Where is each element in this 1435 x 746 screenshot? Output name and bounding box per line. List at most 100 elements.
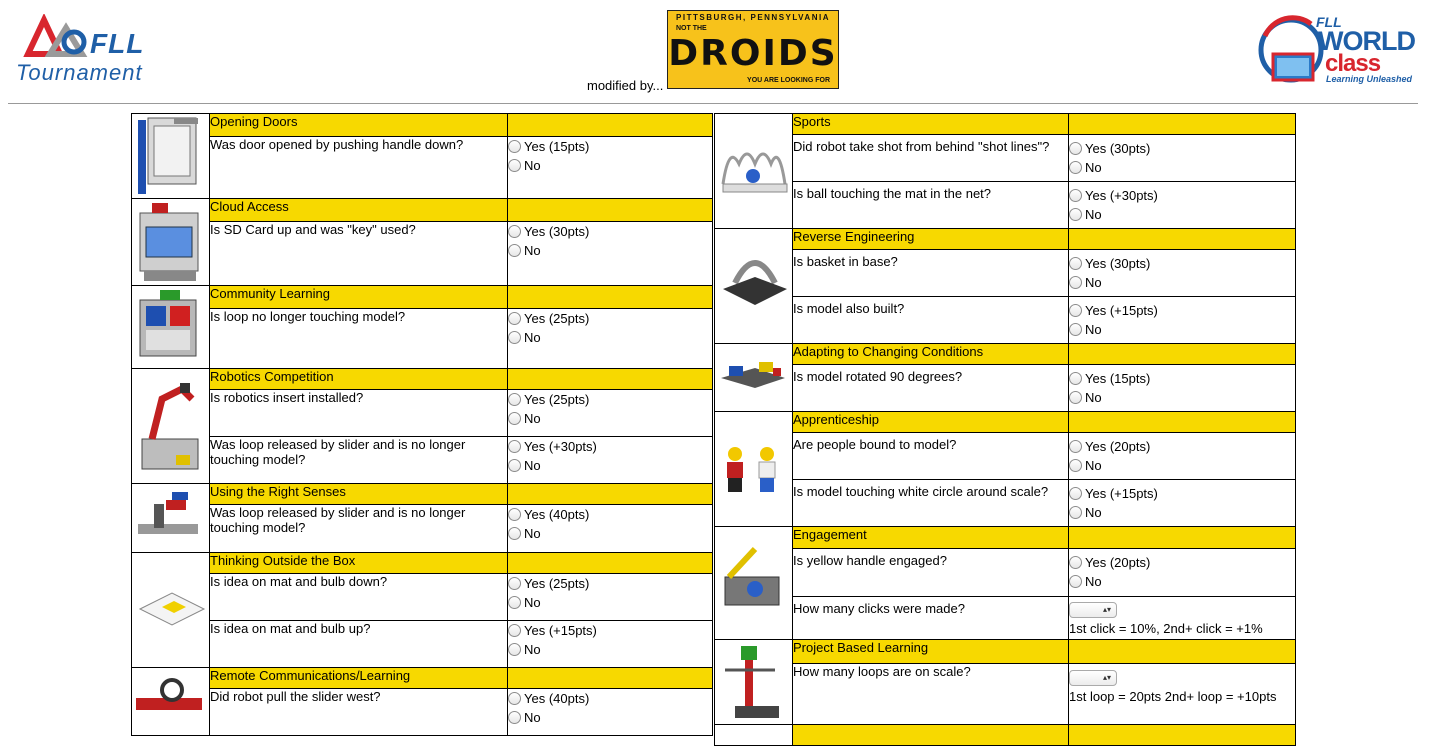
radio-button[interactable]	[1069, 189, 1082, 202]
radio-button[interactable]	[1069, 257, 1082, 270]
loops-select[interactable]: ▴▾	[1069, 670, 1117, 687]
radio-button[interactable]	[508, 244, 521, 258]
radio-button[interactable]	[1069, 372, 1082, 385]
radio-button[interactable]	[508, 508, 521, 522]
sports-net-model-icon	[714, 113, 793, 229]
radio-option-no[interactable]: No	[1069, 205, 1295, 224]
radio-option-yes[interactable]: Yes (+30pts)	[1069, 186, 1295, 205]
cloud-access-model-icon	[131, 198, 210, 286]
question-text: Is model touching white circle around sc…	[792, 479, 1069, 527]
question-text: Was loop released by slider and is no lo…	[209, 504, 508, 553]
radio-option-yes[interactable]: Yes (15pts)	[1069, 369, 1295, 388]
radio-button[interactable]	[508, 596, 521, 609]
droids-not-the-text: NOT THE	[676, 25, 707, 32]
radio-option-no[interactable]: No	[1069, 320, 1295, 339]
question-text: Was door opened by pushing handle down?	[209, 135, 508, 200]
radio-button[interactable]	[1069, 208, 1082, 221]
answer-options: Yes (+15pts) No	[507, 620, 713, 668]
radio-button[interactable]	[508, 527, 521, 541]
radio-option-yes[interactable]: Yes (25pts)	[508, 390, 712, 409]
mission-header-row: Thinking Outside the Box	[131, 552, 713, 668]
radio-button[interactable]	[1069, 304, 1082, 317]
radio-option-no[interactable]: No	[1069, 158, 1295, 177]
radio-option-no[interactable]: No	[1069, 388, 1295, 407]
radio-option-yes[interactable]: Yes (40pts)	[508, 505, 712, 524]
droids-main-text: DROIDS	[668, 33, 838, 74]
radio-button[interactable]	[1069, 555, 1082, 569]
radio-option-yes[interactable]: Yes (40pts)	[508, 689, 712, 708]
radio-option-yes[interactable]: Yes (15pts)	[508, 137, 712, 156]
radio-button[interactable]	[508, 393, 521, 406]
radio-button[interactable]	[508, 311, 521, 325]
radio-option-yes[interactable]: Yes (+15pts)	[508, 621, 712, 640]
radio-option-yes[interactable]: Yes (30pts)	[1069, 254, 1295, 273]
radio-option-no[interactable]: No	[508, 524, 712, 543]
radio-button[interactable]	[508, 459, 521, 472]
scoring-note: 1st click = 10%, 2nd+ click = +1%	[1069, 620, 1263, 636]
radio-option-no[interactable]: No	[508, 456, 712, 475]
radio-button[interactable]	[508, 158, 521, 172]
radio-option-yes[interactable]: Yes (30pts)	[1069, 139, 1295, 158]
adapting-model-icon	[714, 343, 793, 412]
question-text: Are people bound to model?	[792, 432, 1069, 480]
answer-options: Yes (30pts) No	[1068, 249, 1296, 297]
radio-option-yes[interactable]: Yes (30pts)	[508, 222, 712, 241]
radio-button[interactable]	[1069, 440, 1082, 453]
radio-button[interactable]	[1069, 161, 1082, 174]
radio-button[interactable]	[508, 139, 521, 153]
question-text: How many clicks were made?	[792, 595, 1069, 641]
radio-button[interactable]	[1069, 391, 1082, 404]
radio-button[interactable]	[508, 692, 521, 705]
radio-option-yes[interactable]: Yes (20pts)	[1069, 437, 1295, 456]
radio-option-no[interactable]: No	[508, 156, 712, 175]
scale-model-icon	[714, 639, 793, 725]
radio-option-yes[interactable]: Yes (+15pts)	[1069, 484, 1295, 503]
radio-button[interactable]	[508, 624, 521, 637]
radio-option-yes[interactable]: Yes (25pts)	[508, 574, 712, 593]
radio-option-no[interactable]: No	[1069, 456, 1295, 475]
mission-header-row: Community Learning	[131, 285, 713, 369]
answer-options: Yes (25pts) No	[507, 389, 713, 437]
radio-option-no[interactable]: No	[1069, 273, 1295, 292]
question-row: Did robot pull the slider west? Yes (40p…	[132, 688, 713, 736]
mission-header-row: Using the Right Senses	[131, 482, 713, 553]
clicks-select[interactable]: ▴▾	[1069, 601, 1117, 618]
radio-option-no[interactable]: No	[1069, 572, 1295, 591]
radio-option-yes[interactable]: Yes (+15pts)	[1069, 301, 1295, 320]
answer-options: Yes (+15pts) No	[1068, 296, 1296, 344]
radio-option-no[interactable]: No	[508, 241, 712, 260]
mission-title: Using the Right Senses	[209, 482, 508, 506]
chevron-updown-icon: ▴▾	[1102, 604, 1111, 614]
radio-button[interactable]	[508, 330, 521, 344]
radio-button[interactable]	[508, 225, 521, 239]
radio-button[interactable]	[1069, 459, 1082, 472]
radio-button[interactable]	[1069, 506, 1082, 519]
radio-option-no[interactable]: No	[508, 708, 712, 727]
radio-option-no[interactable]: No	[508, 640, 712, 659]
radio-option-no[interactable]: No	[1069, 503, 1295, 522]
radio-button[interactable]	[1069, 142, 1082, 155]
radio-button[interactable]	[508, 440, 521, 453]
question-text: Is loop no longer touching model?	[209, 307, 508, 370]
radio-button[interactable]	[1069, 574, 1082, 588]
answer-options: Yes (+30pts) No	[1068, 181, 1296, 229]
radio-option-no[interactable]: No	[508, 593, 712, 612]
question-text: Is ball touching the mat in the net?	[792, 181, 1069, 229]
radio-option-yes[interactable]: Yes (+30pts)	[508, 437, 712, 456]
radio-button[interactable]	[508, 711, 521, 724]
radio-option-no[interactable]: No	[508, 409, 712, 428]
radio-option-no[interactable]: No	[508, 328, 712, 347]
radio-option-yes[interactable]: Yes (25pts)	[508, 309, 712, 328]
radio-button[interactable]	[508, 412, 521, 425]
radio-button[interactable]	[508, 577, 521, 590]
mission-title: Robotics Competition	[209, 368, 508, 390]
mission-header-row: Opening Doors	[131, 113, 713, 199]
radio-button[interactable]	[1069, 323, 1082, 336]
question-row: Is model also built? Yes (+15pts) No	[715, 296, 1296, 344]
answer-options: Yes (20pts) No	[1068, 432, 1296, 480]
radio-button[interactable]	[508, 643, 521, 656]
radio-button[interactable]	[1069, 487, 1082, 500]
radio-option-yes[interactable]: Yes (20pts)	[1069, 553, 1295, 572]
droids-logo: PITTSBURGH, PENNSYLVANIA NOT THE DROIDS …	[667, 10, 839, 89]
radio-button[interactable]	[1069, 276, 1082, 289]
